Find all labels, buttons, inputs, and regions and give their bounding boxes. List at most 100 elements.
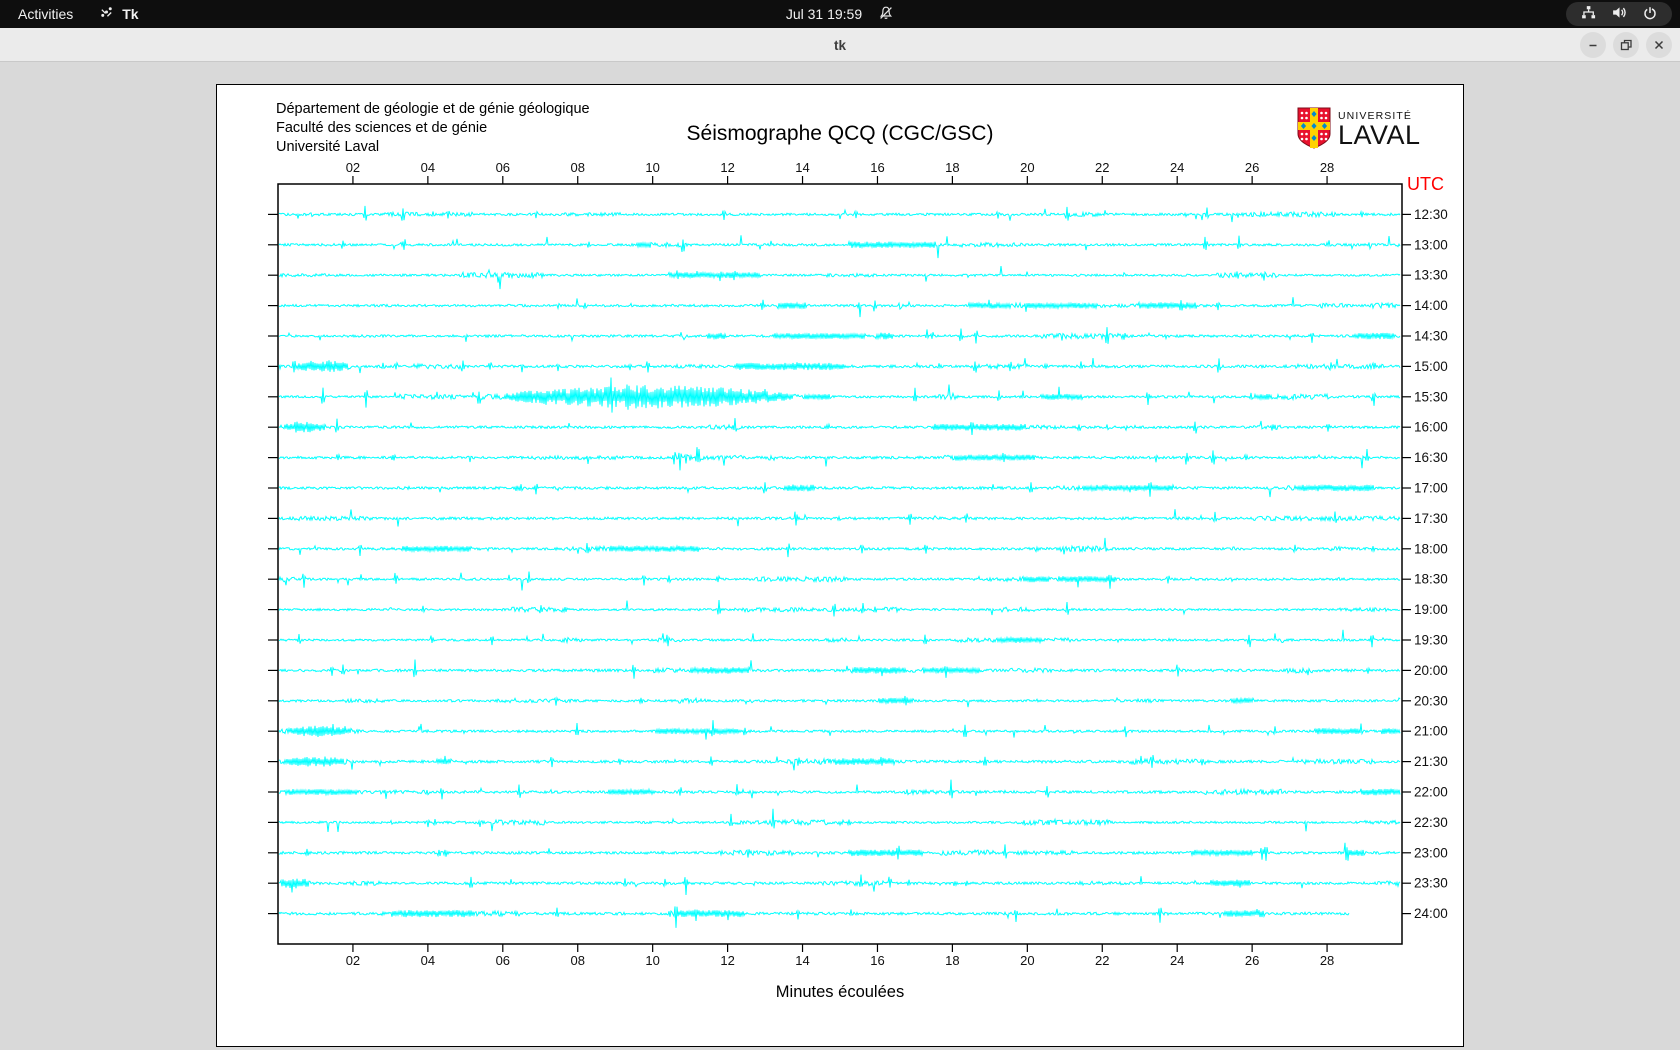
x-tick-label-bottom: 14: [795, 953, 809, 968]
x-tick-label-bottom: 20: [1020, 953, 1034, 968]
app-menu-label: Tk: [122, 6, 139, 22]
x-tick-label-top: 06: [496, 160, 510, 175]
trace-time-label: 13:00: [1414, 237, 1448, 252]
seismic-trace-15:30: [278, 377, 1401, 413]
seismic-trace-17:00: [278, 482, 1401, 498]
x-tick-label-top: 28: [1320, 160, 1334, 175]
seismic-trace-18:30: [278, 571, 1401, 591]
activities-button[interactable]: Activities: [18, 6, 73, 22]
seismic-trace-12:30: [278, 205, 1401, 223]
seismic-trace-19:00: [278, 599, 1401, 617]
seismic-trace-20:00: [279, 659, 1401, 679]
seismic-trace-13:30: [278, 266, 1401, 290]
seismic-trace-17:30: [278, 509, 1401, 527]
trace-time-label: 23:30: [1414, 876, 1448, 891]
trace-time-label: 19:00: [1414, 602, 1448, 617]
volume-icon: [1611, 4, 1628, 24]
window-content: Département de géologie et de génie géol…: [0, 63, 1680, 1050]
x-tick-label-bottom: 12: [720, 953, 734, 968]
x-tick-label-top: 16: [870, 160, 884, 175]
x-tick-label-bottom: 22: [1095, 953, 1109, 968]
quick-settings-button[interactable]: [1566, 2, 1672, 26]
trace-time-label: 13:30: [1414, 268, 1448, 283]
trace-time-label: 14:30: [1414, 329, 1448, 344]
clock-label: Jul 31 19:59: [785, 6, 863, 22]
seismic-trace-20:30: [278, 695, 1401, 708]
seismic-trace-16:30: [278, 447, 1401, 471]
plot-frame: [277, 183, 1403, 945]
x-tick-label-bottom: 08: [570, 953, 584, 968]
trace-time-label: 18:30: [1414, 572, 1448, 587]
close-button[interactable]: [1646, 32, 1672, 58]
x-tick-label-bottom: 04: [421, 953, 435, 968]
trace-time-label: 22:30: [1414, 815, 1448, 830]
restore-icon: [1620, 39, 1632, 51]
x-tick-label-top: 02: [346, 160, 360, 175]
x-tick-label-bottom: 10: [645, 953, 659, 968]
x-tick-label-bottom: 06: [496, 953, 510, 968]
trace-time-label: 16:00: [1414, 420, 1448, 435]
power-icon: [1642, 5, 1658, 24]
x-tick-label-top: 26: [1245, 160, 1259, 175]
seismic-trace-18:00: [278, 537, 1401, 558]
activities-label: Activities: [18, 6, 74, 22]
x-tick-label-top: 24: [1170, 160, 1184, 175]
bell-muted-icon: [878, 5, 894, 24]
x-tick-label-top: 12: [720, 160, 734, 175]
seismic-trace-16:00: [278, 418, 1401, 436]
x-tick-label-bottom: 28: [1320, 953, 1334, 968]
seismic-trace-23:30: [278, 874, 1401, 896]
seismic-trace-14:00: [278, 297, 1401, 318]
trace-time-label: 12:30: [1414, 207, 1448, 222]
trace-time-label: 16:30: [1414, 450, 1448, 465]
x-tick-label-top: 22: [1095, 160, 1109, 175]
seismic-trace-21:30: [278, 755, 1401, 771]
clock-button[interactable]: Jul 31 19:59: [786, 5, 894, 24]
x-tick-label-bottom: 26: [1245, 953, 1259, 968]
trace-time-label: 20:30: [1414, 693, 1448, 708]
seismic-trace-15:00: [278, 358, 1401, 374]
x-tick-label-bottom: 16: [870, 953, 884, 968]
trace-time-label: 19:30: [1414, 633, 1448, 648]
network-icon: [1580, 4, 1597, 24]
x-tick-label-bottom: 18: [945, 953, 959, 968]
trace-time-label: 21:00: [1414, 724, 1448, 739]
x-tick-label-top: 10: [645, 160, 659, 175]
seismic-trace-24:00: [278, 906, 1350, 928]
x-tick-label-top: 04: [421, 160, 435, 175]
trace-time-label: 15:30: [1414, 389, 1448, 404]
x-tick-label-top: 14: [795, 160, 809, 175]
app-menu-button[interactable]: Tk: [99, 5, 139, 23]
close-icon: [1654, 40, 1664, 50]
seismic-trace-21:00: [278, 720, 1401, 740]
trace-time-label: 23:00: [1414, 845, 1448, 860]
seismic-trace-14:30: [278, 327, 1401, 344]
x-tick-label-top: 08: [570, 160, 584, 175]
gnome-top-bar: Activities Tk Jul 31 19:59: [0, 0, 1680, 28]
trace-time-label: 17:00: [1414, 481, 1448, 496]
seismic-trace-23:00: [279, 842, 1401, 861]
minimize-button[interactable]: [1580, 32, 1606, 58]
trace-time-label: 18:00: [1414, 541, 1448, 556]
trace-time-label: 17:30: [1414, 511, 1448, 526]
window-title: tk: [833, 37, 846, 53]
trace-time-label: 14:00: [1414, 298, 1448, 313]
seismic-trace-22:30: [278, 808, 1401, 833]
trace-time-label: 24:00: [1414, 906, 1448, 921]
tk-icon: [99, 5, 114, 23]
utc-axis-label: UTC: [1407, 174, 1444, 194]
restore-button[interactable]: [1613, 32, 1639, 58]
seismic-trace-22:00: [278, 779, 1401, 800]
x-axis-label: Minutes écoulées: [775, 983, 905, 1001]
seismogram-plot: 02 02 04 04 06 06 08 08 10 10 12 12 14 14 16 16 18 18 20 20…: [268, 160, 1448, 968]
x-tick-label-top: 18: [945, 160, 959, 175]
minimize-icon: [1589, 44, 1597, 47]
x-tick-label-bottom: 02: [346, 953, 360, 968]
trace-time-label: 21:30: [1414, 754, 1448, 769]
trace-time-label: 22:00: [1414, 785, 1448, 800]
seismic-trace-13:00: [278, 235, 1401, 259]
trace-time-label: 15:00: [1414, 359, 1448, 374]
x-tick-label-top: 20: [1020, 160, 1034, 175]
seismograph-canvas: Département de géologie et de génie géol…: [216, 84, 1464, 1047]
window-titlebar[interactable]: tk: [0, 28, 1680, 62]
